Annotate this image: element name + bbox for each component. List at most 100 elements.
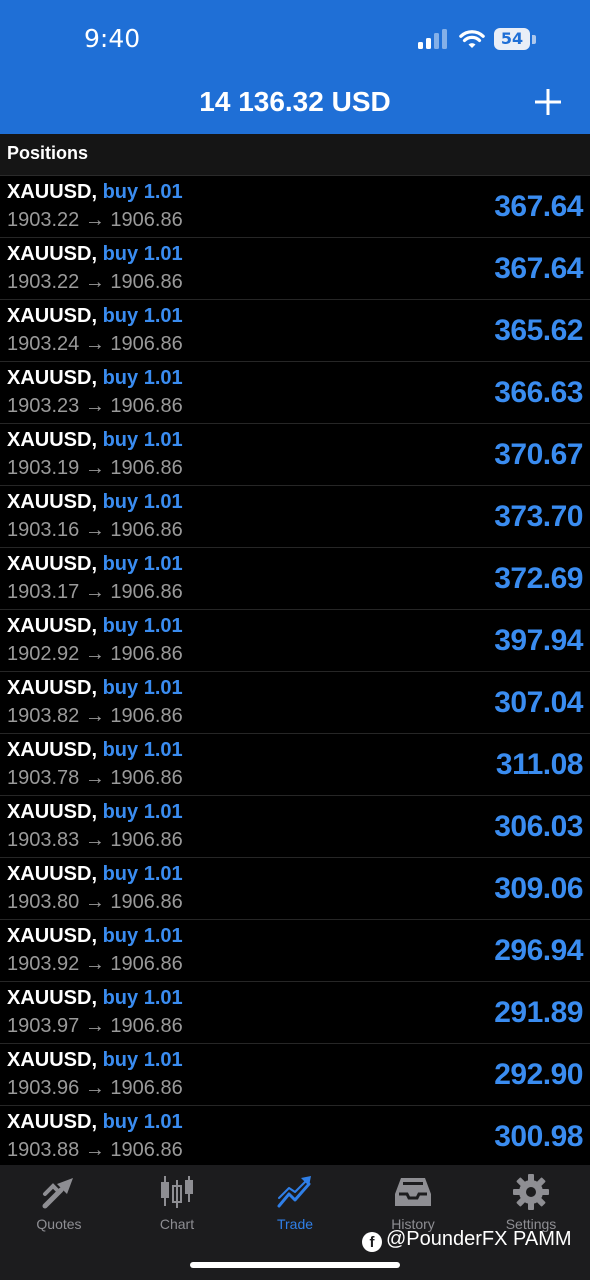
symbol: XAUUSD, xyxy=(7,243,98,265)
position-symbol-line: XAUUSD, buy 1.01 xyxy=(7,925,183,948)
position-row[interactable]: XAUUSD, buy 1.01 1903.16 → 1906.86 373.7… xyxy=(0,486,590,548)
open-price: 1902.92 xyxy=(7,643,80,665)
home-indicator[interactable] xyxy=(190,1262,400,1268)
symbol: XAUUSD, xyxy=(7,491,98,513)
open-price: 1903.96 xyxy=(7,1077,80,1099)
open-price: 1903.92 xyxy=(7,953,80,975)
open-price: 1903.22 xyxy=(7,271,80,293)
arrow-icon: → xyxy=(84,395,105,417)
trade-side: buy 1.01 xyxy=(102,429,183,451)
trade-side: buy 1.01 xyxy=(102,801,183,823)
position-row[interactable]: XAUUSD, buy 1.01 1903.88 → 1906.86 300.9… xyxy=(0,1106,590,1168)
profit-value: 309.06 xyxy=(494,872,583,905)
open-price: 1903.88 xyxy=(7,1139,80,1161)
price-line: 1903.88 → 1906.86 xyxy=(7,1139,183,1162)
arrow-icon: → xyxy=(84,1139,105,1161)
price-line: 1903.19 → 1906.86 xyxy=(7,457,183,480)
trade-side: buy 1.01 xyxy=(102,181,183,203)
profit-value: 365.62 xyxy=(494,314,583,347)
tab-label: Trade xyxy=(276,1216,314,1232)
history-icon xyxy=(395,1178,431,1206)
plus-icon[interactable] xyxy=(535,88,561,116)
tab-chart[interactable]: Chart xyxy=(118,1172,236,1232)
price-line: 1903.92 → 1906.86 xyxy=(7,953,183,976)
position-symbol-line: XAUUSD, buy 1.01 xyxy=(7,739,183,762)
open-price: 1903.19 xyxy=(7,457,80,479)
price-line: 1903.22 → 1906.86 xyxy=(7,209,183,232)
profit-value: 296.94 xyxy=(494,934,583,967)
current-price: 1906.86 xyxy=(110,953,183,975)
tab-history[interactable]: History xyxy=(354,1172,472,1232)
watermark-text: @PounderFX PAMM xyxy=(386,1228,572,1250)
symbol: XAUUSD, xyxy=(7,801,98,823)
position-symbol-line: XAUUSD, buy 1.01 xyxy=(7,1049,183,1072)
tab-label: Quotes xyxy=(36,1216,82,1232)
position-row[interactable]: XAUUSD, buy 1.01 1903.92 → 1906.86 296.9… xyxy=(0,920,590,982)
open-price: 1903.97 xyxy=(7,1015,80,1037)
position-symbol-line: XAUUSD, buy 1.01 xyxy=(7,243,183,266)
watermark: f @PounderFX PAMM xyxy=(362,1228,572,1252)
position-row[interactable]: XAUUSD, buy 1.01 1903.22 → 1906.86 367.6… xyxy=(0,176,590,238)
arrow-icon: → xyxy=(84,581,105,603)
current-price: 1906.86 xyxy=(110,395,183,417)
positions-list: XAUUSD, buy 1.01 1903.22 → 1906.86 367.6… xyxy=(0,176,590,1168)
facebook-icon: f xyxy=(362,1232,382,1252)
status-time: 9:40 xyxy=(84,24,141,53)
current-price: 1906.86 xyxy=(110,271,183,293)
current-price: 1906.86 xyxy=(110,1015,183,1037)
price-line: 1903.16 → 1906.86 xyxy=(7,519,183,542)
position-row[interactable]: XAUUSD, buy 1.01 1903.22 → 1906.86 367.6… xyxy=(0,238,590,300)
position-row[interactable]: XAUUSD, buy 1.01 1903.80 → 1906.86 309.0… xyxy=(0,858,590,920)
trade-side: buy 1.01 xyxy=(102,367,183,389)
position-row[interactable]: XAUUSD, buy 1.01 1903.19 → 1906.86 370.6… xyxy=(0,424,590,486)
trade-side: buy 1.01 xyxy=(102,305,183,327)
tab-trade[interactable]: Trade xyxy=(236,1172,354,1232)
tab-quotes[interactable]: Quotes xyxy=(0,1172,118,1232)
price-line: 1902.92 → 1906.86 xyxy=(7,643,183,666)
tab-settings[interactable]: Settings xyxy=(472,1172,590,1232)
position-symbol-line: XAUUSD, buy 1.01 xyxy=(7,863,183,886)
open-price: 1903.23 xyxy=(7,395,80,417)
position-symbol-line: XAUUSD, buy 1.01 xyxy=(7,181,183,204)
position-row[interactable]: XAUUSD, buy 1.01 1903.96 → 1906.86 292.9… xyxy=(0,1044,590,1106)
position-row[interactable]: XAUUSD, buy 1.01 1903.23 → 1906.86 366.6… xyxy=(0,362,590,424)
open-price: 1903.78 xyxy=(7,767,80,789)
open-price: 1903.22 xyxy=(7,209,80,231)
account-balance: 14 136.32 USD xyxy=(199,86,391,117)
position-symbol-line: XAUUSD, buy 1.01 xyxy=(7,491,183,514)
trade-side: buy 1.01 xyxy=(102,739,183,761)
profit-value: 367.64 xyxy=(494,252,583,285)
arrow-icon: → xyxy=(84,643,105,665)
position-row[interactable]: XAUUSD, buy 1.01 1903.17 → 1906.86 372.6… xyxy=(0,548,590,610)
profit-value: 291.89 xyxy=(494,996,583,1029)
symbol: XAUUSD, xyxy=(7,1049,98,1071)
trade-side: buy 1.01 xyxy=(102,553,183,575)
position-row[interactable]: XAUUSD, buy 1.01 1902.92 → 1906.86 397.9… xyxy=(0,610,590,672)
position-row[interactable]: XAUUSD, buy 1.01 1903.83 → 1906.86 306.0… xyxy=(0,796,590,858)
trade-side: buy 1.01 xyxy=(102,863,183,885)
arrow-icon: → xyxy=(84,333,105,355)
position-symbol-line: XAUUSD, buy 1.01 xyxy=(7,801,183,824)
tab-label: Chart xyxy=(159,1216,195,1232)
arrow-icon: → xyxy=(84,1077,105,1099)
profit-value: 292.90 xyxy=(494,1058,583,1091)
position-row[interactable]: XAUUSD, buy 1.01 1903.97 → 1906.86 291.8… xyxy=(0,982,590,1044)
position-symbol-line: XAUUSD, buy 1.01 xyxy=(7,305,183,328)
position-symbol-line: XAUUSD, buy 1.01 xyxy=(7,367,183,390)
price-line: 1903.17 → 1906.86 xyxy=(7,581,183,604)
position-row[interactable]: XAUUSD, buy 1.01 1903.24 → 1906.86 365.6… xyxy=(0,300,590,362)
position-symbol-line: XAUUSD, buy 1.01 xyxy=(7,677,183,700)
position-row[interactable]: XAUUSD, buy 1.01 1903.82 → 1906.86 307.0… xyxy=(0,672,590,734)
current-price: 1906.86 xyxy=(110,457,183,479)
battery-icon: 54 xyxy=(494,28,530,50)
current-price: 1906.86 xyxy=(110,209,183,231)
current-price: 1906.86 xyxy=(110,333,183,355)
position-row[interactable]: XAUUSD, buy 1.01 1903.78 → 1906.86 311.0… xyxy=(0,734,590,796)
arrow-icon: → xyxy=(84,829,105,851)
symbol: XAUUSD, xyxy=(7,863,98,885)
profit-value: 366.63 xyxy=(494,376,583,409)
position-symbol-line: XAUUSD, buy 1.01 xyxy=(7,615,183,638)
trade-side: buy 1.01 xyxy=(102,925,183,947)
symbol: XAUUSD, xyxy=(7,615,98,637)
symbol: XAUUSD, xyxy=(7,1111,98,1133)
